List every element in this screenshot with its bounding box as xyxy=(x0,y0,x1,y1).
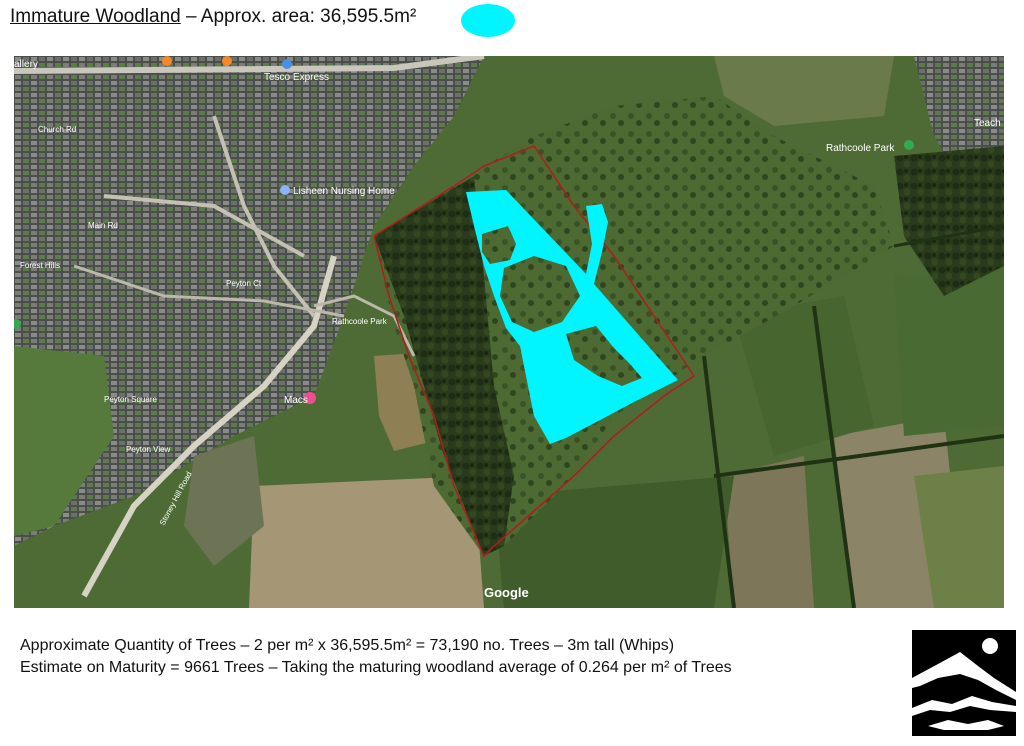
title-area: – Approx. area: 36,595.5m² xyxy=(180,6,417,27)
notes-line-2: Estimate on Maturity = 9661 Trees – Taki… xyxy=(20,659,732,676)
poi-marker-icon[interactable] xyxy=(162,56,172,66)
map-label-rathcoole-park-road: Rathcoole Park xyxy=(332,317,388,326)
map-label-tesco: Tesco Express xyxy=(264,72,329,83)
notes-line-1: Approximate Quantity of Trees – 2 per m²… xyxy=(20,637,675,654)
map-label-peyton-view: Peyton View xyxy=(126,445,171,454)
map-label-nursing-home: Lisheen Nursing Home xyxy=(293,186,395,197)
map-label-teach: Teach xyxy=(974,118,1001,129)
map-label-rathcoole-park: Rathcoole Park xyxy=(826,143,895,154)
map-label-peyton-square: Peyton Square xyxy=(104,395,157,404)
mountain-moon-logo-icon xyxy=(908,626,1020,740)
poi-marker-icon[interactable] xyxy=(222,56,232,66)
map-label-main-rd: Main Rd xyxy=(88,221,118,230)
nursing-home-marker-icon[interactable] xyxy=(280,185,290,195)
legend-swatch xyxy=(461,4,515,37)
map-label-macs: Macs xyxy=(284,395,308,406)
tree-quantity-notes: Approximate Quantity of Trees – 2 per m²… xyxy=(20,635,732,679)
google-attribution[interactable]: Google xyxy=(484,585,529,600)
map-label-gallery: allery xyxy=(14,59,38,70)
park-marker-icon[interactable] xyxy=(904,140,914,150)
map-label-peyton-ct: Peyton Ct xyxy=(226,279,262,288)
map-label-church-rd: Church Rd xyxy=(38,125,76,134)
page-title: Immature Woodland – Approx. area: 36,595… xyxy=(10,5,416,29)
shop-marker-icon[interactable] xyxy=(282,59,292,69)
title-underlined: Immature Woodland xyxy=(10,6,181,27)
map-label-forest-hills: Forest Hills xyxy=(20,261,60,270)
satellite-map[interactable]: allery Tesco Express Lisheen Nursing Hom… xyxy=(14,56,1004,608)
